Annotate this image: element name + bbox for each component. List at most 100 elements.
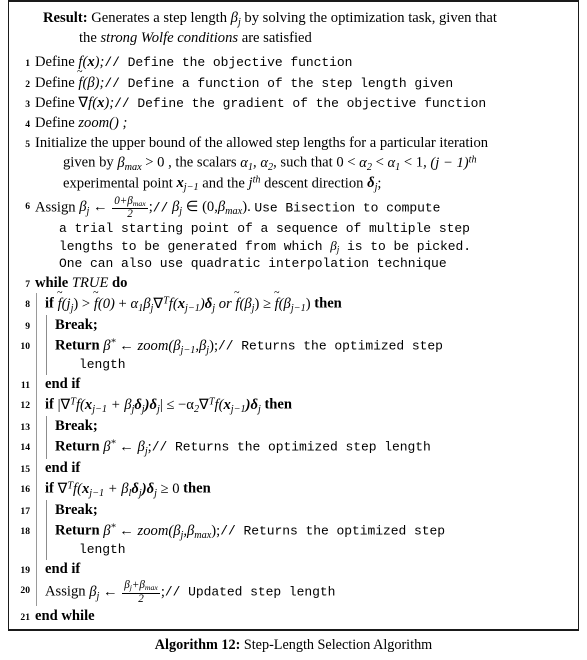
algorithm-line-2: 2 Define f(β);// Define a function of th… (9, 73, 574, 93)
algorithm-line-8: 8 if f(jf̃(βj) > f(0) + α1βj∇Tf(xj−1)δj … (9, 293, 574, 316)
line5-text-3: experimental point xj−1 and the jth desc… (63, 174, 382, 194)
line-number: 3 (25, 98, 30, 110)
end-if-keyword: end if (45, 460, 81, 477)
line6-comment-line2: a trial starting point of a sequence of … (59, 220, 470, 236)
line-body: Break; (55, 501, 574, 520)
algorithm-line-19: 19 end if (9, 559, 574, 581)
algorithm-line-6: 6 Assign βj ← 0+βmax 2 ;// βj ∈ (0,βmax). … (9, 195, 574, 273)
algorithm-line-1: 1 Define f(x);// Define the objective fu… (9, 53, 574, 73)
line18-expression: β* ← zoom(βj,βmax); (103, 522, 221, 541)
line-number: 13 (20, 422, 30, 434)
algorithm-line-21: 21 end while (9, 606, 574, 626)
result-beta-symbol: βj (230, 10, 241, 28)
break-keyword: Break; (55, 418, 98, 435)
assign-keyword: Assign (45, 583, 86, 600)
line8-condition: f(jf̃(β (58, 296, 71, 312)
line6-assign: βj ← 0+βmax 2; (79, 194, 153, 220)
line-number: 10 (20, 341, 30, 353)
result-line-1: Result: Generates a step length βj by so… (43, 9, 562, 29)
line-body: end if (45, 560, 574, 579)
line-body: Return β* ← βj;// Returns the optimized … (55, 437, 574, 458)
line-body: Return β* ← zoom(βj−1,βj);// Returns the… (55, 336, 574, 374)
strong-wolfe-conditions: strong Wolfe conditions (100, 30, 239, 47)
line-number: 12 (20, 400, 30, 412)
line-math: zoom() ; (78, 114, 128, 131)
line5-text-2: given by βmax > 0 , the scalars α1, α2, … (63, 154, 477, 173)
line-body: Define ∇f(x);// Define the gradient of t… (35, 94, 574, 113)
line-number: 1 (25, 58, 30, 70)
line-body: Define zoom() ; (35, 114, 574, 133)
algorithm-figure: Result: Generates a step length βj by so… (0, 0, 587, 654)
line-keyword: Define (35, 74, 75, 91)
line-number: 4 (25, 118, 30, 130)
line-comment: // Define a function of the step length … (104, 75, 454, 91)
result-line2-pre: the (79, 30, 101, 47)
then-keyword: then (183, 480, 211, 497)
line-math: ∇f(x); (78, 94, 115, 111)
indent-rail-level-2 (45, 315, 55, 336)
line5-text-1: Initialize the upper bound of the allowe… (35, 135, 489, 152)
line-number: 9 (25, 321, 30, 333)
if-keyword: if (45, 295, 54, 312)
line-body: Assign βj ← βj+βmax 2 ;// Updated step len… (45, 580, 574, 605)
line-number: 7 (25, 278, 30, 290)
break-keyword: Break; (55, 502, 98, 519)
line-body: end while (35, 607, 574, 626)
line-number: 17 (20, 506, 30, 518)
indent-rail-level-1 (35, 458, 45, 480)
line-body: Break; (55, 316, 574, 335)
indent-rail-level-1 (35, 315, 45, 336)
line14-expression: β* ← βj; (103, 438, 152, 457)
break-keyword: Break; (55, 317, 98, 334)
indent-rail-level-1 (35, 436, 45, 459)
algorithm-line-9: 9 Break; (9, 315, 574, 336)
if-keyword: if (45, 480, 54, 497)
algorithm-line-13: 13 Break; (9, 416, 574, 438)
line-body: Define f(x);// Define the objective func… (35, 53, 574, 72)
line6-comment-line3: lengths to be generated from which βj is… (59, 237, 471, 255)
algorithm-line-12: 12 if |∇Tf(xj−1 + βjδj)δj| ≤ −α2∇Tf(xj−1… (9, 394, 574, 417)
line-body: Define f(β);// Define a function of the … (35, 74, 574, 93)
return-keyword: Return (55, 438, 100, 455)
indent-rail-level-1 (35, 579, 45, 607)
do-keyword: do (112, 274, 128, 291)
indent-rail-level-1 (35, 394, 45, 417)
indent-rail-level-1 (35, 520, 45, 560)
line-number: 11 (20, 380, 30, 392)
line-body: Assign βj ← 0+βmax 2 ;// βj ∈ (0,βmax). Us… (35, 194, 574, 273)
algorithm-caption: Algorithm 12: Step-Length Selection Algo… (8, 631, 579, 654)
line18-comment: // Returns the optimized step (220, 524, 446, 539)
line-number: 8 (25, 299, 30, 311)
line20-fraction: βj+βmax 2 (122, 579, 160, 605)
return-keyword: Return (55, 523, 100, 539)
indent-rail-level-1 (35, 500, 45, 522)
line-body: Initialize the upper bound of the allowe… (35, 134, 574, 194)
algorithm-line-5: 5 Initialize the upper bound of the allo… (9, 133, 574, 195)
while-condition: TRUE (71, 274, 109, 291)
result-label: Result: (43, 10, 88, 26)
then-keyword: then (264, 396, 293, 413)
line6-comment-line4: One can also use quadratic interpolation… (59, 255, 447, 271)
algorithm-line-18: 18 Return β* ← zoom(βj,βmax);// Returns … (9, 520, 574, 560)
line-body: end if (45, 459, 574, 478)
indent-rail-level-1 (35, 374, 45, 395)
result-line2-post: are satisfied (238, 30, 312, 47)
line6-comment-marker: // (152, 200, 169, 216)
end-while-keyword: end while (35, 607, 95, 624)
algorithm-line-17: 17 Break; (9, 500, 574, 522)
line-number: 18 (20, 526, 30, 538)
algorithm-line-3: 3 Define ∇f(x);// Define the gradient of… (9, 93, 574, 113)
result-line-2: the strong Wolfe conditions are satisfie… (43, 29, 562, 48)
line-number: 2 (25, 78, 30, 90)
indent-rail-level-2 (45, 416, 55, 438)
line-number: 5 (25, 139, 30, 151)
line-math: f(β); (78, 75, 104, 91)
line-body: if f(jf̃(βj) > f(0) + α1βj∇Tf(xj−1)δj or… (45, 294, 574, 315)
caption-label: Algorithm 12: (154, 637, 241, 654)
line14-comment: // Returns the optimized step length (151, 439, 431, 455)
algorithm-line-10: 10 Return β* ← zoom(βj−1,βj);// Returns … (9, 335, 574, 375)
line-number: 14 (20, 442, 30, 454)
line-keyword: Define (35, 114, 75, 131)
line6-comment-math: βj ∈ (0,βmax). (171, 199, 251, 218)
indent-rail-level-2 (45, 500, 55, 522)
